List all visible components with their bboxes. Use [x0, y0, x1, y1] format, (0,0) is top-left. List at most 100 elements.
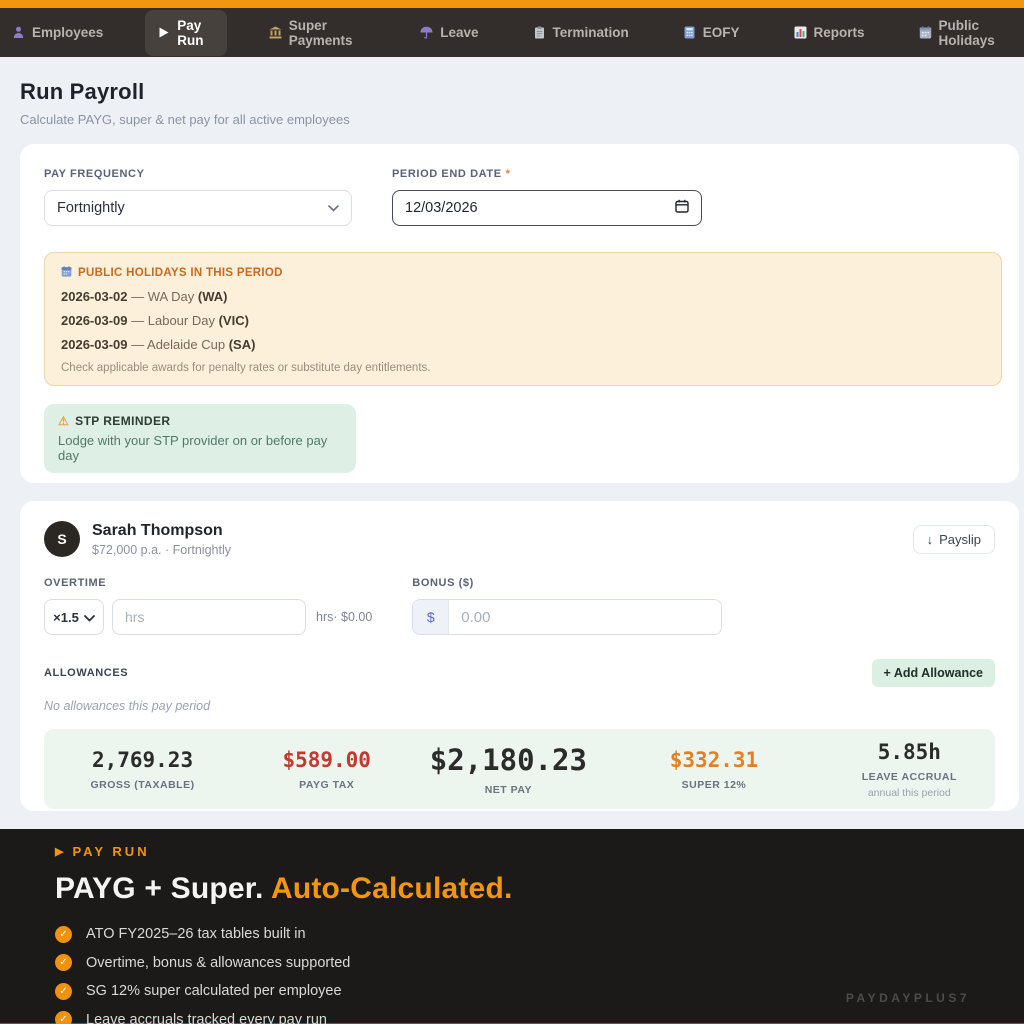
summary-payg-tax: $589.00 PAYG TAX: [241, 748, 412, 791]
clipboard-icon: [533, 26, 546, 39]
payslip-button[interactable]: ↓ Payslip: [913, 525, 995, 554]
leave-accrual-label: LEAVE ACCRUAL: [862, 771, 957, 783]
holiday-date: 2026-03-09: [61, 313, 128, 328]
nav-item-termination[interactable]: Termination: [521, 17, 641, 48]
holiday-name: Labour Day: [148, 313, 215, 328]
leave-accrual-value: 5.85h: [878, 740, 941, 764]
add-allowance-button[interactable]: + Add Allowance: [872, 659, 995, 687]
employee-name: Sarah Thompson: [92, 522, 913, 540]
chart-icon: [794, 26, 807, 39]
overtime-label: OVERTIME: [44, 577, 372, 589]
holiday-row: 2026-03-09 — Labour Day (VIC): [61, 313, 985, 328]
holiday-note: Check applicable awards for penalty rate…: [61, 362, 985, 374]
stp-reminder-title: ⚠ STP REMINDER: [58, 414, 342, 428]
page-subtitle: Calculate PAYG, super & net pay for all …: [20, 112, 1024, 127]
pay-run-settings-card: PAY FREQUENCY Fortnightly PERIOD END DAT…: [20, 144, 1019, 483]
public-holidays-notice: PUBLIC HOLIDAYS IN THIS PERIOD 2026-03-0…: [44, 252, 1002, 386]
calculator-icon: [683, 26, 696, 39]
feature-item: ✓ ATO FY2025–26 tax tables built in: [55, 920, 1024, 949]
stp-reminder: ⚠ STP REMINDER Lodge with your STP provi…: [44, 404, 356, 473]
overtime-multiplier-select[interactable]: ×1.5: [44, 599, 104, 635]
nav-item-leave[interactable]: Leave: [408, 17, 490, 48]
pay-frequency-label: PAY FREQUENCY: [44, 168, 352, 180]
feature-item: ✓ Leave accruals tracked every pay run: [55, 1006, 1024, 1024]
holiday-state: (SA): [229, 337, 256, 352]
overtime-field: OVERTIME ×1.5 hrs· $0.00: [44, 577, 372, 635]
pay-summary-strip: 2,769.23 GROSS (TAXABLE) $589.00 PAYG TA…: [44, 729, 995, 809]
bank-icon: [269, 26, 282, 39]
nav-item-pay-run[interactable]: Pay Run: [145, 10, 226, 56]
warning-icon: ⚠: [58, 414, 69, 428]
nav-item-reports[interactable]: Reports: [782, 17, 877, 48]
allowances-empty-text: No allowances this pay period: [44, 699, 995, 713]
payg-tax-label: PAYG TAX: [299, 779, 354, 791]
separator: —: [131, 337, 144, 352]
separator: —: [131, 289, 144, 304]
main-nav: Employees Pay Run Super Payments Leave T…: [0, 8, 1024, 57]
holiday-state: (WA): [198, 289, 228, 304]
period-end-date-input[interactable]: 12/03/2026: [392, 190, 702, 226]
page-title: Run Payroll: [20, 57, 1024, 105]
super-value: $332.31: [670, 748, 759, 772]
overtime-hours-input[interactable]: [112, 599, 306, 635]
public-holidays-title: PUBLIC HOLIDAYS IN THIS PERIOD: [61, 266, 985, 280]
calendar-icon[interactable]: [675, 199, 689, 217]
employee-meta: $72,000 p.a. · Fortnightly: [92, 543, 913, 557]
nav-item-label: Public Holidays: [939, 18, 1012, 48]
chevron-down-icon: [328, 200, 339, 216]
bonus-label: BONUS ($): [412, 577, 722, 589]
separator: —: [131, 313, 144, 328]
summary-super: $332.31 SUPER 12%: [604, 748, 823, 791]
footer-title: PAYG + Super. Auto-Calculated.: [55, 872, 1024, 906]
pay-frequency-select[interactable]: Fortnightly: [44, 190, 352, 226]
super-label: SUPER 12%: [682, 779, 747, 791]
period-end-date-label: PERIOD END DATE*: [392, 168, 702, 180]
pay-frequency-value: Fortnightly: [57, 200, 125, 216]
main-content: Run Payroll Calculate PAYG, super & net …: [0, 57, 1024, 811]
check-icon: ✓: [55, 926, 72, 943]
nav-item-label: Leave: [440, 25, 478, 40]
period-end-date-field: PERIOD END DATE* 12/03/2026: [392, 168, 702, 226]
summary-gross: 2,769.23 GROSS (TAXABLE): [44, 748, 241, 791]
nav-item-label: Termination: [553, 25, 629, 40]
nav-item-label: Super Payments: [289, 18, 367, 48]
nav-item-employees[interactable]: Employees: [0, 17, 115, 48]
holiday-date: 2026-03-02: [61, 289, 128, 304]
employee-pay-card: S Sarah Thompson $72,000 p.a. · Fortnigh…: [20, 501, 1019, 811]
calendar-icon: [919, 26, 932, 39]
nav-item-eofy[interactable]: EOFY: [671, 17, 752, 48]
top-accent-bar: [0, 0, 1024, 8]
nav-item-public-holidays[interactable]: Public Holidays: [907, 10, 1024, 56]
pay-frequency-field: PAY FREQUENCY Fortnightly: [44, 168, 352, 226]
umbrella-icon: [420, 26, 433, 39]
holiday-date: 2026-03-09: [61, 337, 128, 352]
nav-item-super-payments[interactable]: Super Payments: [257, 10, 379, 56]
nav-item-label: Employees: [32, 25, 103, 40]
overtime-summary: hrs· $0.00: [316, 610, 372, 624]
gross-value: 2,769.23: [92, 748, 193, 772]
gross-label: GROSS (TAXABLE): [90, 779, 194, 791]
marketing-footer: ▶ PAY RUN PAYG + Super. Auto-Calculated.…: [0, 829, 1024, 1023]
feature-list: ✓ ATO FY2025–26 tax tables built in ✓ Ov…: [55, 920, 1024, 1024]
allowances-label: ALLOWANCES: [44, 667, 128, 679]
play-icon: [157, 26, 170, 39]
calendar-icon: [61, 266, 72, 280]
download-icon: ↓: [927, 532, 934, 547]
feature-item: ✓ Overtime, bonus & allowances supported: [55, 949, 1024, 978]
period-end-date-value: 12/03/2026: [405, 200, 478, 216]
net-pay-label: NET PAY: [485, 784, 532, 796]
holiday-state: (VIC): [219, 313, 249, 328]
check-icon: ✓: [55, 983, 72, 1000]
nav-item-label: Pay Run: [177, 18, 214, 48]
payg-tax-value: $589.00: [282, 748, 371, 772]
holiday-name: WA Day: [148, 289, 194, 304]
bonus-input[interactable]: [449, 600, 721, 634]
chevron-down-icon: [84, 610, 95, 625]
check-icon: ✓: [55, 954, 72, 971]
summary-leave-accrual: 5.85h LEAVE ACCRUAL annual this period: [824, 740, 995, 799]
required-asterisk: *: [506, 168, 511, 180]
watermark: PAYDAYPLUS7: [846, 991, 970, 1005]
person-icon: [12, 26, 25, 39]
net-pay-value: $2,180.23: [430, 743, 587, 777]
stp-reminder-text: Lodge with your STP provider on or befor…: [58, 433, 342, 463]
